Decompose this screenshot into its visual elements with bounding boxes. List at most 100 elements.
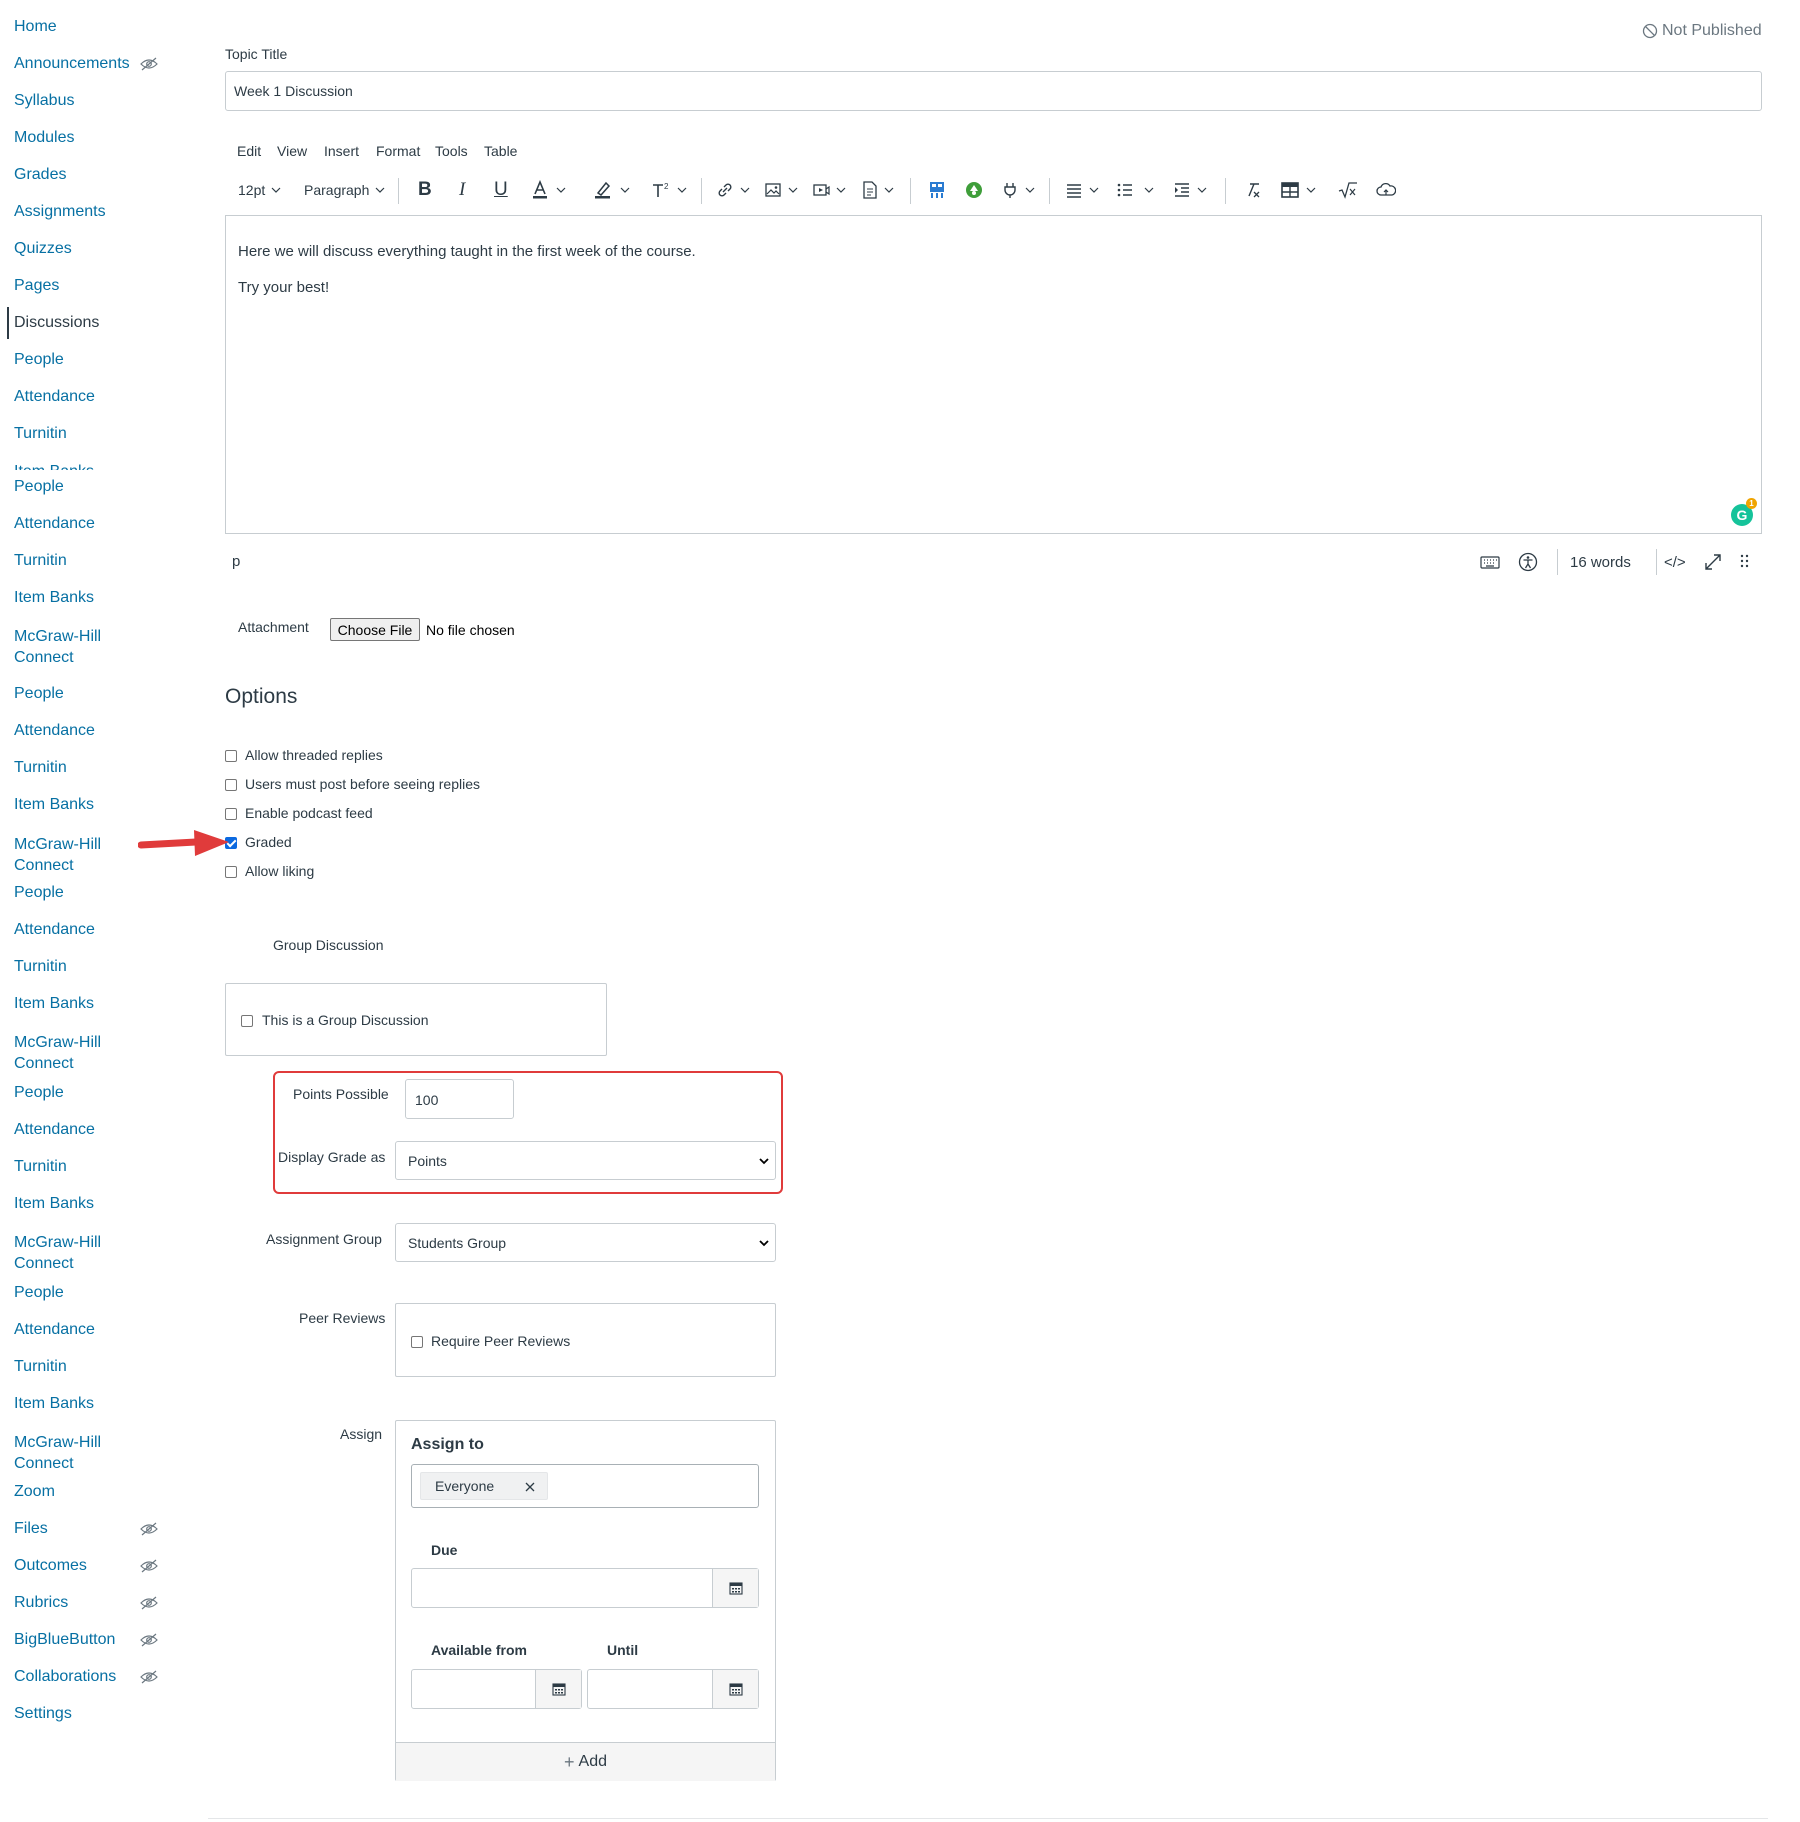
- recycle-app-button[interactable]: [964, 178, 984, 202]
- sidebar-item-item-banks[interactable]: Item Banks: [14, 795, 94, 815]
- sidebar-item-people[interactable]: People: [14, 1083, 64, 1103]
- sidebar-item-assignments[interactable]: Assignments: [14, 202, 106, 222]
- text-color-button[interactable]: [532, 178, 566, 202]
- sidebar-item-announcements[interactable]: Announcements: [14, 54, 130, 74]
- group-discussion-checkbox[interactable]: [241, 1015, 253, 1027]
- sidebar-item-bigbluebutton[interactable]: BigBlueButton: [14, 1630, 115, 1650]
- sidebar-item-people[interactable]: People: [14, 684, 64, 704]
- sidebar-item-attendance[interactable]: Attendance: [14, 721, 95, 741]
- close-icon[interactable]: [524, 1481, 536, 1493]
- indent-button[interactable]: [1173, 178, 1207, 202]
- clear-formatting-button[interactable]: [1244, 178, 1262, 202]
- add-assignee-button[interactable]: + Add: [396, 1742, 775, 1781]
- sidebar-item-zoom[interactable]: Zoom: [14, 1482, 55, 1502]
- block-format-dropdown[interactable]: Paragraph: [304, 178, 385, 202]
- sidebar-item-item-banks[interactable]: Item Banks: [14, 461, 94, 470]
- available-from-picker-button[interactable]: [535, 1670, 581, 1708]
- font-size-dropdown[interactable]: 12pt: [238, 178, 281, 202]
- available-from-input[interactable]: [411, 1669, 582, 1709]
- sidebar-item-attendance[interactable]: Attendance: [14, 514, 95, 534]
- assign-to-input[interactable]: Everyone: [411, 1464, 759, 1508]
- highlight-color-button[interactable]: [594, 178, 630, 202]
- sidebar-item-people[interactable]: People: [14, 883, 64, 903]
- sidebar-item-mcgraw-hill-connect[interactable]: McGraw-Hill Connect: [14, 1432, 114, 1474]
- resize-handle[interactable]: [1740, 553, 1750, 576]
- sidebar-item-attendance[interactable]: Attendance: [14, 920, 95, 940]
- sidebar-item-files[interactable]: Files: [14, 1519, 48, 1539]
- due-date-picker-button[interactable]: [712, 1569, 758, 1607]
- sidebar-item-mcgraw-hill-connect[interactable]: McGraw-Hill Connect: [14, 626, 114, 668]
- sidebar-item-grades[interactable]: Grades: [14, 165, 66, 185]
- sidebar-item-home[interactable]: Home: [14, 17, 57, 37]
- grammarly-button[interactable]: G 1: [1731, 498, 1757, 526]
- sidebar-item-turnitin[interactable]: Turnitin: [14, 1357, 67, 1377]
- sidebar-item-attendance[interactable]: Attendance: [14, 1120, 95, 1140]
- option-checkbox-enable-podcast-feed[interactable]: [225, 808, 237, 820]
- keyboard-shortcuts-button[interactable]: [1480, 553, 1500, 576]
- sidebar-item-people[interactable]: People: [14, 1283, 64, 1303]
- sidebar-item-mcgraw-hill-connect[interactable]: McGraw-Hill Connect: [14, 1232, 114, 1274]
- until-input[interactable]: [587, 1669, 759, 1709]
- sidebar-item-outcomes[interactable]: Outcomes: [14, 1556, 87, 1576]
- link-button[interactable]: [716, 178, 750, 202]
- sidebar-item-turnitin[interactable]: Turnitin: [14, 1157, 67, 1177]
- sidebar-item-turnitin[interactable]: Turnitin: [14, 957, 67, 977]
- superscript-button[interactable]: 2: [651, 178, 687, 202]
- points-possible-input[interactable]: 100: [405, 1079, 514, 1119]
- menu-tools[interactable]: Tools: [435, 143, 468, 159]
- option-checkbox-allow-threaded-replies[interactable]: [225, 750, 237, 762]
- menu-view[interactable]: View: [277, 143, 307, 159]
- sidebar-item-rubrics[interactable]: Rubrics: [14, 1593, 68, 1613]
- sidebar-item-modules[interactable]: Modules: [14, 128, 74, 148]
- assignee-tag[interactable]: Everyone: [420, 1472, 548, 1500]
- due-date-input[interactable]: [411, 1568, 759, 1608]
- sidebar-item-turnitin[interactable]: Turnitin: [14, 551, 67, 571]
- apps-button[interactable]: [927, 178, 947, 202]
- element-path[interactable]: p: [232, 553, 240, 570]
- sidebar-item-collaborations[interactable]: Collaborations: [14, 1667, 116, 1687]
- option-checkbox-allow-liking[interactable]: [225, 866, 237, 878]
- option-checkbox-users-must-post-before-seeing-replies[interactable]: [225, 779, 237, 791]
- word-count[interactable]: 16 words: [1570, 554, 1631, 571]
- sidebar-item-attendance[interactable]: Attendance: [14, 387, 95, 407]
- italic-button[interactable]: I: [459, 178, 465, 202]
- accessibility-checker-button[interactable]: [1518, 552, 1538, 577]
- rich-content-editor[interactable]: Here we will discuss everything taught i…: [225, 215, 1762, 534]
- sidebar-item-quizzes[interactable]: Quizzes: [14, 239, 72, 259]
- math-equation-button[interactable]: [1338, 178, 1358, 202]
- sidebar-item-syllabus[interactable]: Syllabus: [14, 91, 74, 111]
- sidebar-item-mcgraw-hill-connect[interactable]: McGraw-Hill Connect: [14, 834, 114, 876]
- sidebar-item-people[interactable]: People: [14, 477, 64, 497]
- assignment-group-select[interactable]: Students Group: [395, 1223, 776, 1262]
- html-editor-toggle[interactable]: </>: [1664, 554, 1686, 571]
- bold-button[interactable]: B: [418, 178, 432, 202]
- sidebar-item-pages[interactable]: Pages: [14, 276, 59, 296]
- sidebar-item-mcgraw-hill-connect[interactable]: McGraw-Hill Connect: [14, 1032, 114, 1074]
- media-button[interactable]: [812, 178, 846, 202]
- image-button[interactable]: [764, 178, 798, 202]
- underline-button[interactable]: U: [494, 178, 508, 202]
- sidebar-item-item-banks[interactable]: Item Banks: [14, 994, 94, 1014]
- bullet-list-button[interactable]: [1116, 178, 1154, 202]
- menu-edit[interactable]: Edit: [237, 143, 261, 159]
- publish-status[interactable]: Not Published: [1642, 22, 1762, 40]
- sidebar-item-item-banks[interactable]: Item Banks: [14, 1394, 94, 1414]
- menu-insert[interactable]: Insert: [324, 143, 359, 159]
- sidebar-item-turnitin[interactable]: Turnitin: [14, 758, 67, 778]
- sidebar-item-item-banks[interactable]: Item Banks: [14, 1194, 94, 1214]
- until-picker-button[interactable]: [712, 1670, 758, 1708]
- sidebar-item-people[interactable]: People: [14, 350, 64, 370]
- sidebar-item-item-banks[interactable]: Item Banks: [14, 588, 94, 608]
- align-button[interactable]: [1065, 178, 1099, 202]
- table-button[interactable]: [1280, 178, 1316, 202]
- menu-table[interactable]: Table: [484, 143, 517, 159]
- sidebar-item-settings[interactable]: Settings: [14, 1704, 72, 1724]
- document-button[interactable]: [862, 178, 894, 202]
- sidebar-item-attendance[interactable]: Attendance: [14, 1320, 95, 1340]
- cloud-upload-button[interactable]: [1376, 178, 1396, 202]
- choose-file-button[interactable]: Choose File: [330, 618, 420, 641]
- display-grade-select[interactable]: Points: [395, 1141, 776, 1180]
- menu-format[interactable]: Format: [376, 143, 420, 159]
- topic-title-input[interactable]: Week 1 Discussion: [225, 71, 1762, 111]
- fullscreen-button[interactable]: [1703, 552, 1723, 577]
